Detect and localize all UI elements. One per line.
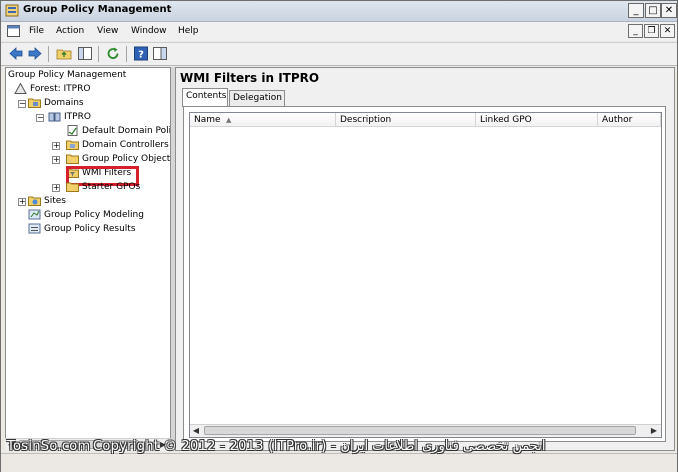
mdi-restore-button[interactable]: ❐ <box>644 24 659 38</box>
expand-toggle[interactable]: + <box>52 156 60 164</box>
tree-item-domain-itpro[interactable]: ITPRO <box>48 111 91 124</box>
tree-item-label: Domains <box>44 98 84 108</box>
menu-file[interactable]: File <box>29 26 44 36</box>
toolbar-separator <box>48 46 49 62</box>
forest-icon <box>14 83 27 94</box>
tree-item-label: Starter GPOs <box>82 182 141 192</box>
mdi-minimize-button[interactable]: _ <box>628 24 643 38</box>
tree-item-label: Group Policy Modeling <box>44 210 144 220</box>
tree-item-label: Group Policy Objects <box>82 154 171 164</box>
mdi-close-button[interactable]: ✕ <box>660 24 675 38</box>
tree-item-label: Forest: ITPRO <box>30 84 91 94</box>
menu-help[interactable]: Help <box>178 26 199 36</box>
tree-item-domains[interactable]: Domains <box>28 97 84 110</box>
gpo-folder-icon <box>66 154 79 164</box>
column-header-linked-gpo[interactable]: Linked GPO <box>476 113 598 127</box>
toolbar-separator <box>126 46 127 62</box>
help-icon[interactable]: ? <box>133 46 149 61</box>
column-header-name[interactable]: Name ▲ <box>190 113 336 127</box>
toolbar: ? <box>1 42 677 66</box>
column-label: Name <box>194 115 221 125</box>
tree-item-label: ITPRO <box>64 112 91 122</box>
toolbar-separator <box>98 46 99 62</box>
starter-gpo-folder-icon <box>66 182 79 192</box>
status-bar <box>1 453 677 472</box>
scroll-right-icon[interactable]: ▶ <box>648 425 660 436</box>
scroll-thumb[interactable] <box>204 426 636 435</box>
collapse-toggle[interactable]: − <box>18 100 26 108</box>
gpo-link-icon <box>67 125 78 136</box>
results-icon <box>28 223 41 234</box>
arrow-right-icon[interactable] <box>27 46 43 61</box>
minimize-button[interactable]: _ <box>628 3 644 18</box>
gpmc-window: Group Policy Management _ □ ✕ File Actio… <box>0 0 678 472</box>
svg-text:?: ? <box>138 50 144 61</box>
modeling-icon <box>28 209 41 220</box>
maximize-button[interactable]: □ <box>645 3 661 18</box>
list-horizontal-scrollbar[interactable]: ◀ ▶ <box>190 424 661 437</box>
tree-item-label: Group Policy Management <box>8 70 127 80</box>
tree-item-label: Group Policy Results <box>44 224 136 234</box>
column-header-author[interactable]: Author <box>598 113 661 127</box>
expand-toggle[interactable]: + <box>18 198 26 206</box>
tab-contents[interactable]: Contents <box>182 88 228 107</box>
sort-ascending-icon: ▲ <box>226 116 232 124</box>
console-icon[interactable] <box>152 46 168 61</box>
expand-toggle[interactable]: + <box>52 142 60 150</box>
tree-item-sites[interactable]: Sites <box>28 195 66 208</box>
tab-delegation[interactable]: Delegation <box>229 90 285 106</box>
folder-up-icon[interactable] <box>56 46 72 61</box>
watermark-site: TosinSo.com <box>7 439 91 454</box>
ou-folder-icon <box>66 140 79 150</box>
tree-item-domain-controllers[interactable]: Domain Controllers <box>66 139 169 152</box>
domains-folder-icon <box>28 98 41 108</box>
tree-item-root[interactable]: Group Policy Management <box>8 69 126 82</box>
refresh-icon[interactable] <box>105 46 121 61</box>
console-icon[interactable] <box>7 25 20 37</box>
watermark-copyright: Copyright © 2012 - 2013 (ITPro.ir) - انج… <box>93 439 546 454</box>
domain-icon <box>48 112 61 122</box>
menu-window[interactable]: Window <box>131 26 167 36</box>
menu-bar: File Action View Window Help <box>1 22 677 41</box>
menu-action[interactable]: Action <box>56 26 84 36</box>
tree-item-default-domain-policy[interactable]: Default Domain Polic <box>66 125 171 138</box>
tree-item-label: Default Domain Polic <box>82 126 171 136</box>
window-title: Group Policy Management <box>23 4 172 15</box>
sites-folder-icon <box>28 196 41 206</box>
column-header-description[interactable]: Description <box>336 113 476 127</box>
close-button[interactable]: ✕ <box>661 3 677 18</box>
arrow-left-icon[interactable] <box>8 46 24 61</box>
title-bar: Group Policy Management _ □ ✕ <box>1 1 677 22</box>
group-policy-icon <box>5 4 19 17</box>
details-pane: WMI Filters in ITPRO Contents Delegation… <box>175 67 675 451</box>
scroll-left-icon[interactable]: ◀ <box>190 425 202 436</box>
tab-content-panel: Name ▲ Description Linked GPO Author ◀ ▶ <box>183 106 666 442</box>
tree-item-label: Sites <box>44 196 66 206</box>
tree-item-group-policy-modeling[interactable]: Group Policy Modeling <box>28 209 144 222</box>
tree-item-starter-gpos[interactable]: Starter GPOs <box>66 181 140 194</box>
wmi-filters-list[interactable]: Name ▲ Description Linked GPO Author ◀ ▶ <box>189 112 662 438</box>
tree-item-forest[interactable]: Forest: ITPRO <box>14 83 90 96</box>
menu-view[interactable]: View <box>97 26 118 36</box>
tree-item-group-policy-results[interactable]: Group Policy Results <box>28 223 136 236</box>
collapse-toggle[interactable]: − <box>36 114 44 122</box>
tree-item-group-policy-objects[interactable]: Group Policy Objects <box>66 153 171 166</box>
show-hide-tree-icon[interactable] <box>77 46 93 61</box>
page-title: WMI Filters in ITPRO <box>180 71 320 85</box>
expand-toggle[interactable]: + <box>52 184 60 192</box>
tree-item-label: Domain Controllers <box>82 140 169 150</box>
console-tree: Group Policy Management Forest: ITPRO − … <box>5 67 171 451</box>
